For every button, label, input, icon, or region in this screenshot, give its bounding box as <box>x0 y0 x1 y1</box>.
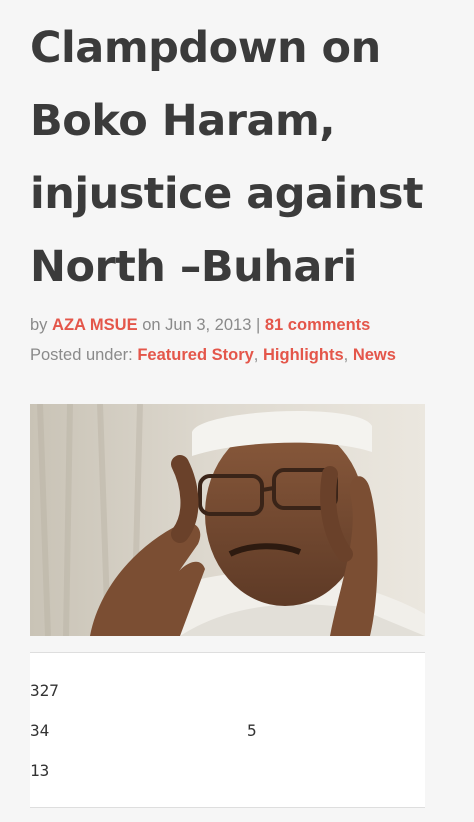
byline-separator: | <box>255 316 261 334</box>
byline-prefix: by <box>30 316 48 334</box>
article-title: Clampdown on Boko Haram, injustice again… <box>30 23 424 292</box>
article: Clampdown on Boko Haram, injustice again… <box>0 0 474 822</box>
byline: by AZA MSUE on Jun 3, 2013 | 81 comments <box>30 316 370 335</box>
share-count: 327 <box>30 681 59 700</box>
comments-link[interactable]: 81 comments <box>265 316 370 334</box>
post-date: Jun 3, 2013 <box>165 316 252 334</box>
posted-under: Posted under: Featured Story, Highlights… <box>30 346 396 364</box>
posted-under-label: Posted under: <box>30 346 133 364</box>
author-link[interactable]: AZA MSUE <box>52 316 138 334</box>
article-photo <box>30 404 425 636</box>
share-count: 13 <box>30 761 50 780</box>
category-link-highlights[interactable]: Highlights <box>263 346 344 364</box>
category-link-news[interactable]: News <box>353 346 396 364</box>
category-link-featured-story[interactable]: Featured Story <box>137 346 253 364</box>
byline-on: on <box>142 316 161 334</box>
share-count: 5 <box>247 721 257 740</box>
portrait-photo-icon <box>30 404 425 636</box>
share-counts-box: 327 34 5 13 <box>30 652 425 808</box>
share-count: 34 <box>30 721 50 740</box>
